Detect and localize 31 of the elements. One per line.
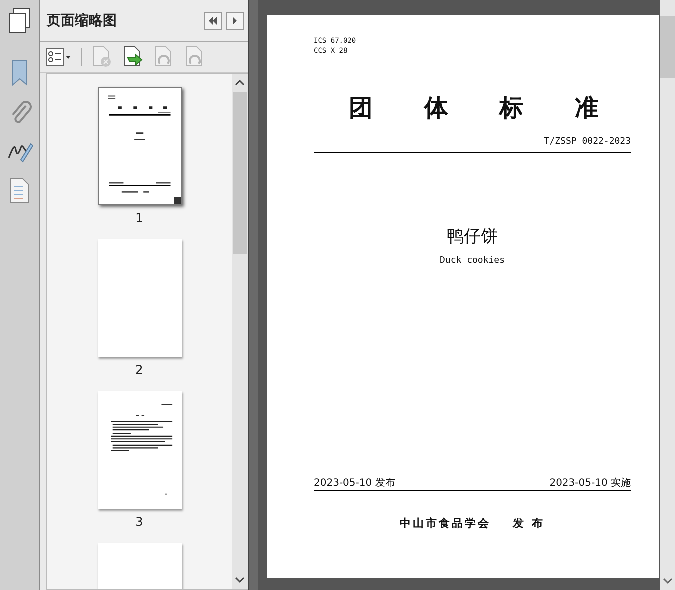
issue-date: 2023-05-10 发布: [314, 477, 396, 490]
scroll-thumb[interactable]: [233, 92, 247, 254]
page-number: 2: [136, 363, 144, 377]
scroll-down-icon[interactable]: [235, 576, 245, 584]
view-area-marker[interactable]: [174, 197, 180, 204]
document-title: 鸭仔饼: [447, 226, 498, 248]
publisher: 中山市食品学会: [400, 516, 492, 531]
expand-icon[interactable]: [226, 12, 244, 30]
standard-heading: 团: [349, 93, 373, 123]
effective-date: 2023-05-10 实施: [550, 476, 631, 490]
publisher-action: 发 布: [513, 516, 545, 531]
document-icon[interactable]: [8, 178, 30, 204]
pages-icon[interactable]: [8, 8, 32, 34]
bookmark-icon[interactable]: [10, 60, 30, 86]
standard-heading: 准: [574, 93, 599, 123]
scroll-up-icon[interactable]: [235, 79, 245, 87]
scroll-down-icon[interactable]: [662, 577, 672, 585]
collapse-icon[interactable]: [204, 12, 222, 30]
standard-heading: 体: [424, 93, 448, 123]
splitter-handle[interactable]: [248, 0, 258, 590]
standard-heading: 标: [500, 93, 524, 123]
options-icon[interactable]: [46, 48, 72, 66]
page-number: 1: [136, 211, 144, 225]
scroll-thumb[interactable]: [660, 16, 675, 78]
scrollbar[interactable]: [660, 0, 675, 590]
page-number: 3: [136, 515, 144, 529]
panel-title: 页面缩略图: [47, 12, 118, 30]
scrollbar[interactable]: [232, 74, 248, 589]
document-subtitle: Duck cookies: [440, 256, 506, 266]
standard-code: T/ZSSP 0022-2023: [544, 137, 631, 147]
insert-page-icon[interactable]: [122, 46, 144, 68]
